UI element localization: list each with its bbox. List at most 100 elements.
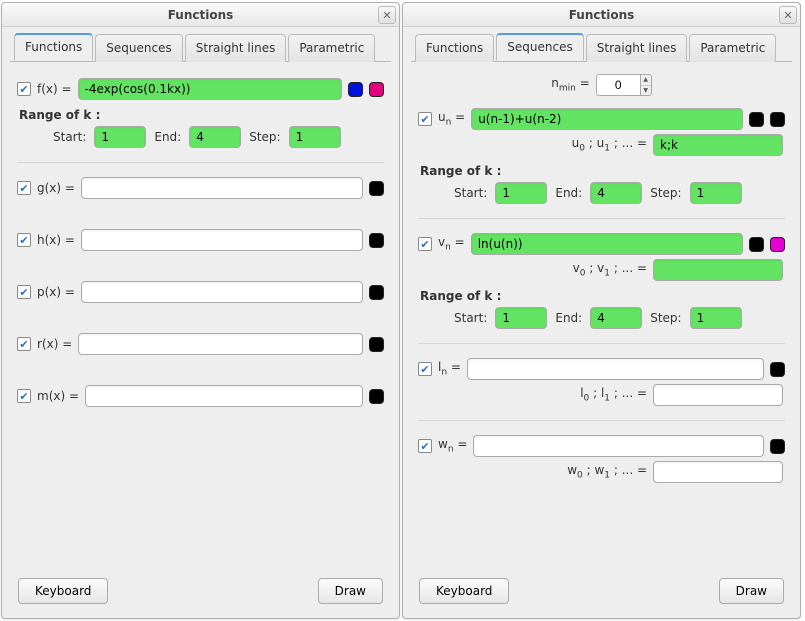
titlebar[interactable]: Functions ✕ [403,3,800,27]
checkbox-v[interactable]: ✔ [418,237,432,251]
checkbox-u[interactable]: ✔ [418,112,432,126]
tab-straight-lines[interactable]: Straight lines [185,34,287,62]
titlebar[interactable]: Functions ✕ [2,3,399,27]
draw-button[interactable]: Draw [318,578,383,604]
window-body: Functions Sequences Straight lines Param… [2,27,399,618]
label-h: h(x) = [37,233,75,247]
footer: Keyboard Draw [411,572,792,612]
range-start-label: Start: [454,311,487,325]
range-start-input[interactable] [94,126,146,148]
input-f[interactable] [78,78,342,100]
func-row-f: ✔ f(x) = [13,78,388,100]
label-v: vn = [438,235,465,252]
tab-sequences[interactable]: Sequences [496,33,583,61]
checkbox-f[interactable]: ✔ [17,82,31,96]
input-r[interactable] [78,333,363,355]
checkbox-g[interactable]: ✔ [17,181,31,195]
tab-functions[interactable]: Functions [14,33,93,61]
range-start-v[interactable] [495,307,547,329]
init-row-l: l0 ; l1 ; ... = [414,384,789,406]
draw-button[interactable]: Draw [719,578,784,604]
nmin-spin-buttons[interactable]: ▲▼ [640,74,652,96]
window-functions-1: Functions ✕ Functions Sequences Straight… [1,2,400,619]
func-row-r: ✔ r(x) = [13,333,388,355]
range-end-v[interactable] [590,307,642,329]
color-swatch-u-2[interactable] [770,112,785,127]
label-p: p(x) = [37,285,75,299]
window-title: Functions [569,8,635,22]
color-swatch-g[interactable] [369,181,384,196]
input-m[interactable] [85,385,363,407]
func-row-h: ✔ h(x) = [13,229,388,251]
range-end-label: End: [555,186,582,200]
color-swatch-m[interactable] [369,389,384,404]
color-swatch-v-2[interactable] [770,237,785,252]
keyboard-button[interactable]: Keyboard [18,578,108,604]
input-g[interactable] [81,177,363,199]
range-step-input[interactable] [289,126,341,148]
range-step-v[interactable] [690,307,742,329]
range-step-label: Step: [650,186,681,200]
tab-straight-lines[interactable]: Straight lines [586,34,688,62]
func-row-p: ✔ p(x) = [13,281,388,303]
tab-functions[interactable]: Functions [415,34,494,62]
range-start-u[interactable] [495,182,547,204]
divider [418,218,785,219]
seq-row-v: ✔ vn = [414,233,789,255]
range-step-u[interactable] [690,182,742,204]
keyboard-button[interactable]: Keyboard [419,578,509,604]
color-swatch-w[interactable] [770,439,785,454]
checkbox-l[interactable]: ✔ [418,362,432,376]
seq-row-u: ✔ un = [414,108,789,130]
seq-row-w: ✔ wn = [414,435,789,457]
divider [17,162,384,163]
tabbar: Functions Sequences Straight lines Param… [411,33,792,62]
checkbox-h[interactable]: ✔ [17,233,31,247]
input-v[interactable] [471,233,743,255]
label-g: g(x) = [37,181,75,195]
label-l: ln = [438,360,461,377]
color-swatch-u-1[interactable] [749,112,764,127]
checkbox-w[interactable]: ✔ [418,439,432,453]
checkbox-r[interactable]: ✔ [17,337,31,351]
checkbox-m[interactable]: ✔ [17,389,31,403]
window-title: Functions [168,8,234,22]
color-swatch-r[interactable] [369,337,384,352]
tab-parametric[interactable]: Parametric [288,34,375,62]
nmin-input[interactable] [596,74,640,96]
init-input-l[interactable] [653,384,783,406]
input-l[interactable] [467,358,764,380]
close-icon[interactable]: ✕ [779,6,797,24]
input-w[interactable] [473,435,764,457]
input-u[interactable] [471,108,743,130]
init-input-v[interactable] [653,259,783,281]
color-swatch-f-1[interactable] [348,82,363,97]
divider [418,343,785,344]
tab-parametric[interactable]: Parametric [689,34,776,62]
color-swatch-p[interactable] [369,285,384,300]
range-end-u[interactable] [590,182,642,204]
input-p[interactable] [81,281,363,303]
init-label-v: v0 ; v1 ; ... = [573,261,647,278]
range-end-label: End: [154,130,181,144]
nmin-spinner[interactable]: ▲▼ [596,74,652,96]
range-end-input[interactable] [189,126,241,148]
nmin-label: nmin = [551,76,589,93]
tab-content-sequences: nmin = ▲▼ ✔ un = u0 ; u1 ; ... = Range o… [411,62,792,572]
init-input-w[interactable] [653,461,783,483]
close-icon[interactable]: ✕ [378,6,396,24]
label-r: r(x) = [37,337,72,351]
checkbox-p[interactable]: ✔ [17,285,31,299]
chevron-up-icon: ▲ [641,75,651,86]
color-swatch-v-1[interactable] [749,237,764,252]
label-f: f(x) = [37,82,72,96]
init-input-u[interactable] [653,134,783,156]
seq-row-l: ✔ ln = [414,358,789,380]
input-h[interactable] [81,229,363,251]
range-row-f: Start: End: Step: [13,126,388,148]
divider [418,420,785,421]
tab-sequences[interactable]: Sequences [95,34,182,62]
color-swatch-l[interactable] [770,362,785,377]
color-swatch-h[interactable] [369,233,384,248]
color-swatch-f-2[interactable] [369,82,384,97]
